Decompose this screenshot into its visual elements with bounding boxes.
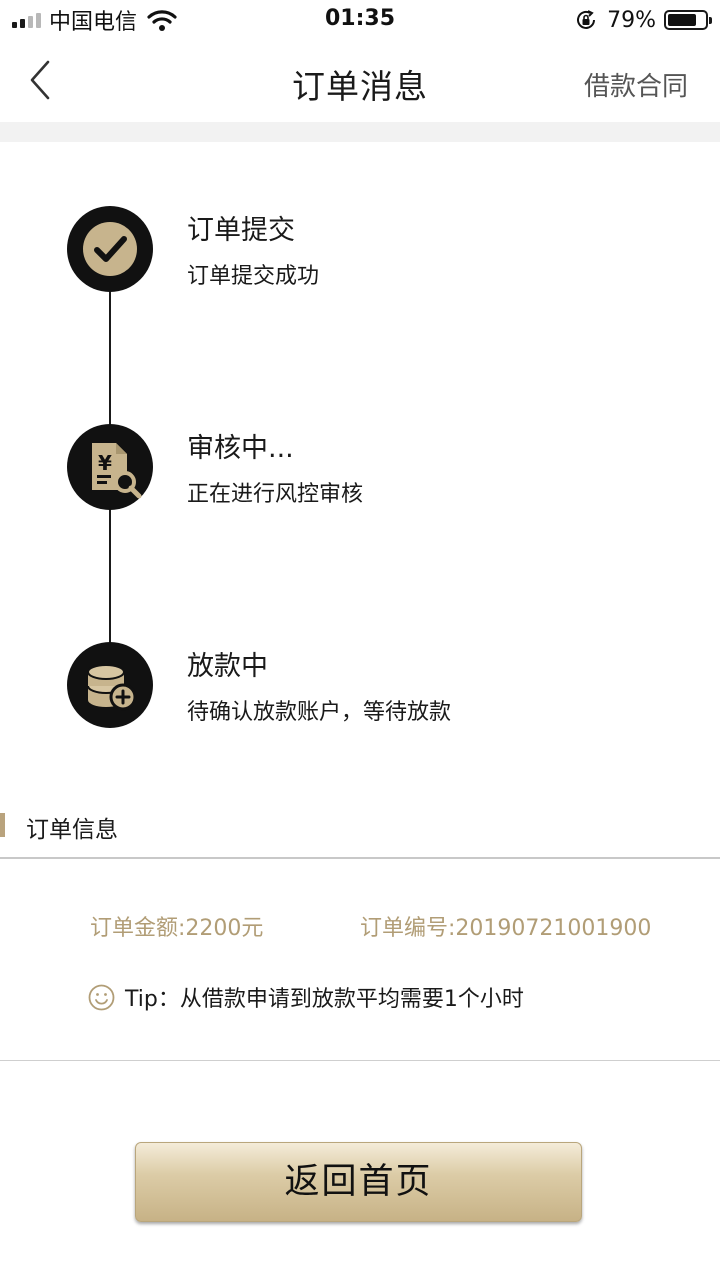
divider bbox=[0, 1060, 720, 1061]
order-progress-timeline: 订单提交 订单提交成功 ¥ 审核中... 正在进行风控审核 放款中 待确认放款账… bbox=[0, 142, 720, 782]
battery-icon bbox=[664, 10, 712, 30]
step-title: 订单提交 bbox=[187, 215, 295, 246]
battery-percent: 79% bbox=[607, 7, 656, 33]
tip-text: Tip：从借款申请到放款平均需要1个小时 bbox=[125, 987, 524, 1012]
order-info-header: 订单信息 bbox=[0, 808, 720, 844]
nav-bar: 订单消息 借款合同 bbox=[0, 40, 720, 122]
timeline-step-reviewing: ¥ 审核中... 正在进行风控审核 bbox=[0, 424, 720, 514]
svg-text:¥: ¥ bbox=[98, 451, 112, 475]
step-badge bbox=[67, 642, 153, 728]
section-title: 订单信息 bbox=[26, 817, 118, 843]
loan-contract-link[interactable]: 借款合同 bbox=[584, 66, 688, 103]
smile-icon bbox=[88, 984, 115, 1010]
step-title: 放款中 bbox=[187, 651, 268, 682]
step-title: 审核中... bbox=[187, 433, 294, 464]
timeline-connector bbox=[109, 502, 111, 644]
step-badge: ¥ bbox=[67, 424, 153, 510]
status-right: 79% bbox=[575, 7, 712, 33]
step-desc: 正在进行风控审核 bbox=[187, 482, 364, 507]
battery-level bbox=[668, 14, 696, 26]
order-amount: 订单金额:2200元 bbox=[90, 916, 264, 941]
check-icon bbox=[83, 222, 137, 276]
status-bar: 中国电信 01:35 79% bbox=[0, 0, 720, 40]
step-badge bbox=[67, 206, 153, 292]
return-home-button[interactable]: 返回首页 bbox=[135, 1142, 582, 1222]
tip-row: Tip：从借款申请到放款平均需要1个小时 bbox=[88, 982, 524, 1012]
order-number: 订单编号:20190721001900 bbox=[360, 916, 652, 941]
step-desc: 待确认放款账户，等待放款 bbox=[187, 700, 452, 725]
coins-add-icon bbox=[87, 664, 137, 711]
section-accent-bar bbox=[0, 813, 5, 837]
header-separator bbox=[0, 122, 720, 142]
timeline-step-disbursing: 放款中 待确认放款账户，等待放款 bbox=[0, 642, 720, 732]
timeline-connector bbox=[109, 285, 111, 425]
rotation-lock-icon bbox=[577, 10, 596, 29]
step-desc: 订单提交成功 bbox=[187, 264, 320, 289]
document-search-icon: ¥ bbox=[92, 443, 142, 499]
timeline-step-submitted: 订单提交 订单提交成功 bbox=[0, 206, 720, 296]
divider bbox=[0, 857, 720, 859]
